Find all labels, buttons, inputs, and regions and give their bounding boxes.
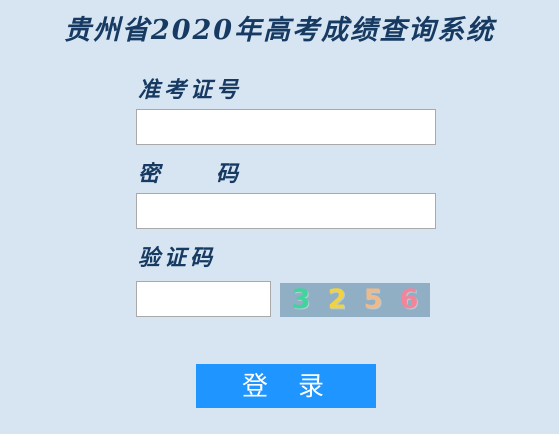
captcha-label: 验证码 (138, 245, 217, 271)
exam-number-label: 准考证号 (138, 77, 243, 103)
captcha-digit: 5 (363, 284, 383, 315)
page-title: 贵州省2020年高考成绩查询系统 (63, 15, 496, 46)
login-button[interactable]: 登录 (196, 364, 376, 408)
exam-number-input[interactable] (136, 109, 436, 145)
password-label-part2: 码 (216, 161, 243, 187)
password-label: 密码 (138, 159, 242, 189)
captcha-digit: 3 (291, 284, 311, 315)
captcha-digit: 2 (327, 284, 347, 315)
password-input[interactable] (136, 193, 436, 229)
password-label-part1: 密 (138, 161, 165, 187)
captcha-digit: 6 (399, 284, 419, 315)
captcha-image[interactable]: 3 2 5 6 (280, 283, 430, 317)
captcha-input[interactable] (136, 281, 271, 317)
page: 贵州省2020年高考成绩查询系统 准考证号 密码 验证码 3 2 5 6 登录 (0, 0, 559, 434)
